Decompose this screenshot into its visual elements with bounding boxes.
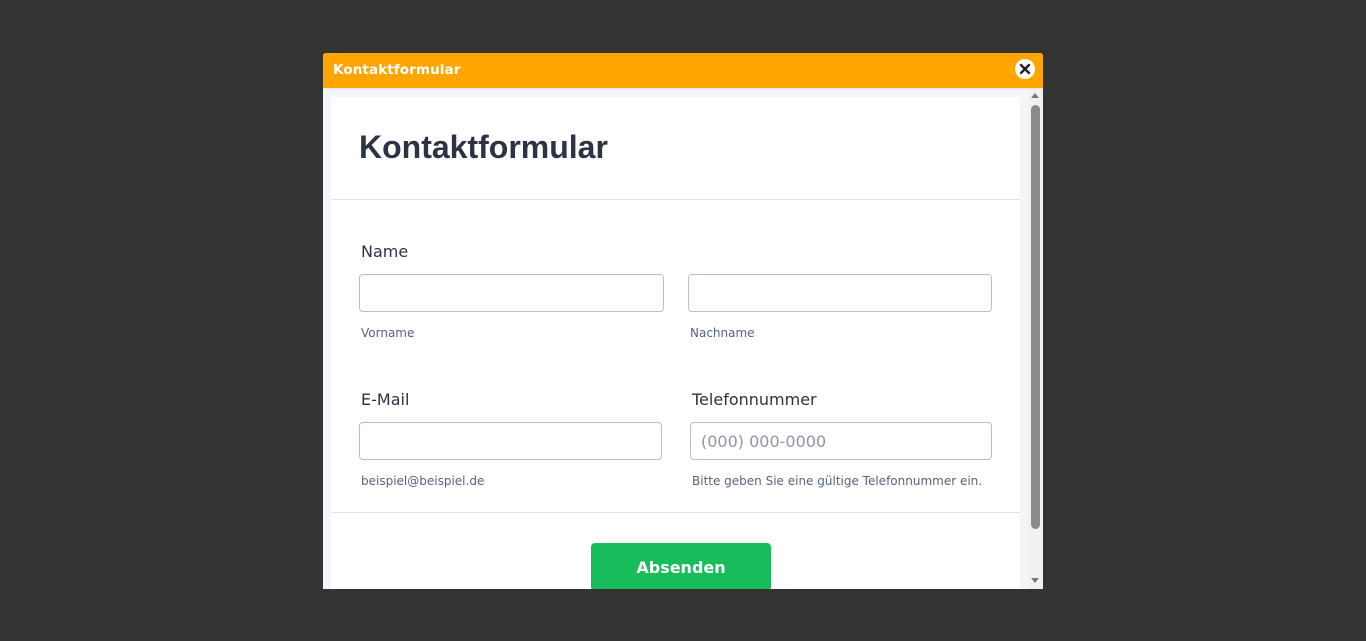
phone-label: Telefonnummer	[692, 390, 817, 409]
last-name-sublabel: Nachname	[690, 326, 755, 340]
email-label: E-Mail	[361, 390, 410, 409]
close-icon	[1019, 63, 1031, 75]
dialog-body: Kontaktformular Name Vorname Nachname E-…	[323, 89, 1043, 589]
phone-sublabel: Bitte geben Sie eine gültige Telefonnumm…	[692, 474, 983, 488]
form-card: Kontaktformular Name Vorname Nachname E-…	[331, 97, 1020, 589]
phone-input[interactable]	[690, 422, 992, 460]
vertical-scrollbar[interactable]	[1028, 89, 1043, 589]
first-name-sublabel: Vorname	[361, 326, 415, 340]
scrollbar-thumb[interactable]	[1031, 105, 1040, 529]
form-heading: Kontaktformular	[359, 129, 608, 165]
contact-form-dialog: Kontaktformular Kontaktformular Name Vor…	[323, 53, 1043, 589]
submit-button[interactable]: Absenden	[591, 543, 771, 589]
name-label: Name	[361, 242, 409, 261]
dialog-title: Kontaktformular	[333, 62, 461, 78]
header-divider	[331, 199, 1020, 200]
last-name-input[interactable]	[688, 274, 992, 312]
first-name-input[interactable]	[359, 274, 664, 312]
close-button[interactable]	[1015, 59, 1035, 79]
dialog-header: Kontaktformular	[323, 53, 1043, 89]
footer-divider	[331, 512, 1020, 513]
email-sublabel: beispiel@beispiel.de	[361, 474, 485, 488]
email-input[interactable]	[359, 422, 662, 460]
scroll-up-arrow-icon[interactable]	[1031, 93, 1039, 98]
scroll-down-arrow-icon[interactable]	[1031, 578, 1039, 583]
